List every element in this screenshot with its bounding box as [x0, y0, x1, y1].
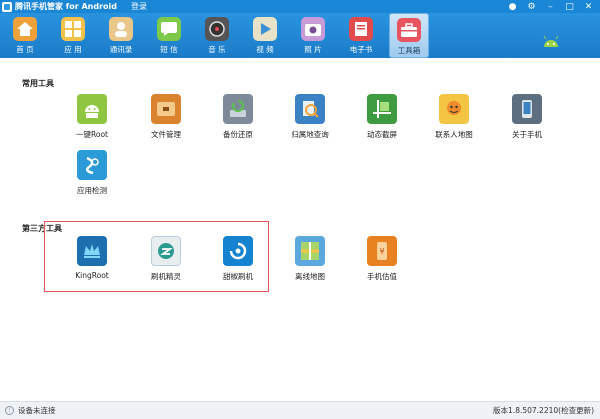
status-bar: ! 设备未连接 版本1.8.507.2210(检查更新): [0, 401, 600, 419]
phone-value-icon: ¥: [367, 236, 397, 266]
tool-backup-restore[interactable]: 备份还原: [208, 94, 268, 142]
android-logo-icon: [543, 35, 559, 47]
tool-kingroot[interactable]: KingRoot: [62, 236, 122, 284]
folder-icon: [151, 94, 181, 124]
connection-status: 设备未连接: [18, 406, 56, 415]
offline-map-icon: [295, 236, 325, 266]
nav-music[interactable]: 音 乐: [197, 13, 237, 58]
login-link[interactable]: 登录: [131, 1, 147, 12]
tool-tianjiao-flash[interactable]: 甜椒刷机: [208, 236, 268, 284]
tool-dynamic-screenshot[interactable]: 动态截屏: [352, 94, 412, 142]
ebook-icon: [349, 17, 373, 41]
android-root-icon: [77, 94, 107, 124]
screenshot-icon: [367, 94, 397, 124]
tool-location-query[interactable]: 归属地查询: [280, 94, 340, 142]
contacts-map-icon: [439, 94, 469, 124]
nav-photo[interactable]: 照 片: [293, 13, 333, 58]
tool-phone-valuation[interactable]: ¥ 手机估值: [352, 236, 412, 284]
toolbox-icon: [397, 18, 421, 42]
tool-one-click-root[interactable]: 一键Root: [62, 94, 122, 142]
tool-file-manager[interactable]: 文件管理: [136, 94, 196, 142]
tool-contacts-map[interactable]: 联系人地图: [424, 94, 484, 142]
crown-icon: [77, 236, 107, 266]
contacts-icon: [109, 17, 133, 41]
music-icon: [205, 17, 229, 41]
main-nav: 首 页 应 用 通讯录 短 信 音 乐 视 频 照 片 电子书 工具箱: [0, 13, 600, 58]
location-search-icon: [295, 94, 325, 124]
device-status-icon: !: [5, 406, 14, 415]
maximize-icon[interactable]: □: [560, 0, 579, 13]
home-icon: [13, 17, 37, 41]
nav-ebook[interactable]: 电子书: [341, 13, 381, 58]
backup-icon: [223, 94, 253, 124]
window-title: 腾讯手机管家 for Android: [15, 2, 118, 11]
phone-info-icon: [512, 94, 542, 124]
minimize-icon[interactable]: –: [541, 0, 560, 13]
tool-offline-map[interactable]: 离线地图: [280, 236, 340, 284]
gear-icon[interactable]: ⚙: [522, 0, 541, 13]
nav-video[interactable]: 视 频: [245, 13, 285, 58]
close-icon[interactable]: ✕: [579, 0, 598, 13]
nav-home[interactable]: 首 页: [5, 13, 45, 58]
sms-icon: [157, 17, 181, 41]
nav-sms[interactable]: 短 信: [149, 13, 189, 58]
refresh-icon: [223, 236, 253, 266]
nav-apps[interactable]: 应 用: [53, 13, 93, 58]
app-logo-icon: [2, 1, 12, 12]
version-check-link[interactable]: 版本1.8.507.2210(检查更新): [493, 405, 594, 416]
nav-contacts[interactable]: 通讯录: [101, 13, 141, 58]
apps-icon: [61, 17, 85, 41]
video-icon: [253, 17, 277, 41]
tool-flash-spirit[interactable]: 刷机精灵: [136, 236, 196, 284]
flash-spirit-icon: [151, 236, 181, 266]
skin-icon[interactable]: ●: [503, 0, 522, 13]
tool-about-phone[interactable]: 关于手机: [497, 94, 557, 142]
toolbox-content: 常用工具 一键Root 文件管理 备份还原 归属地查询 动态截屏 联系人地图 关…: [0, 58, 600, 400]
nav-toolbox[interactable]: 工具箱: [389, 13, 429, 58]
window-controls: ● ⚙ – □ ✕: [503, 0, 598, 13]
title-bar: 腾讯手机管家 for Android 登录 ● ⚙ – □ ✕: [0, 0, 600, 13]
common-tools-title: 常用工具: [22, 79, 54, 88]
tool-app-check[interactable]: 应用检测: [62, 150, 122, 198]
photo-icon: [301, 17, 325, 41]
svg-text:¥: ¥: [379, 247, 384, 256]
app-check-icon: [77, 150, 107, 180]
